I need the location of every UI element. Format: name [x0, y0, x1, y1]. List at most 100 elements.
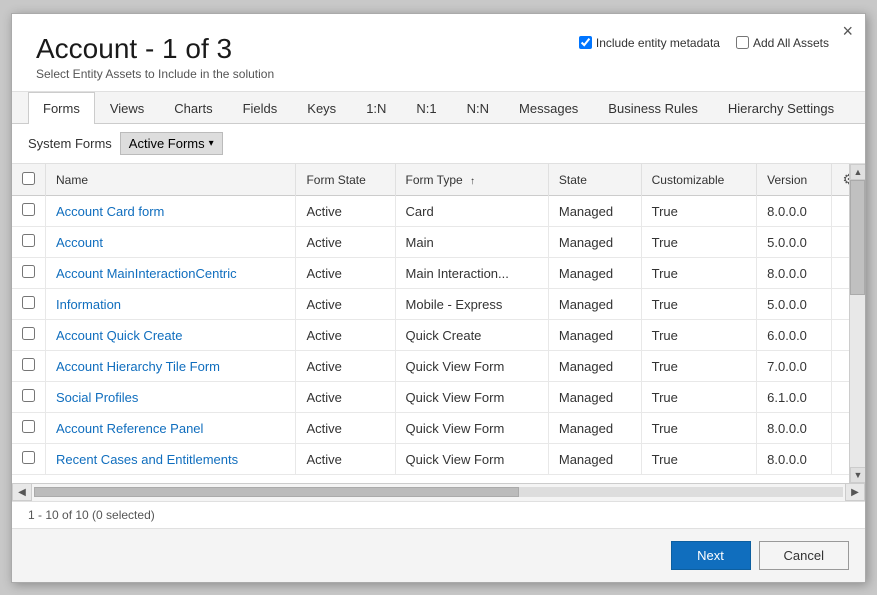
- close-button[interactable]: ×: [842, 22, 853, 40]
- col-name[interactable]: Name: [46, 164, 296, 196]
- scroll-up-button[interactable]: ▲: [850, 164, 865, 180]
- status-text: 1 - 10 of 10 (0 selected): [28, 508, 155, 522]
- row-form-state: Active: [296, 351, 395, 382]
- row-form-type: Mobile - Express: [395, 289, 548, 320]
- include-metadata-checkbox[interactable]: [579, 36, 592, 49]
- row-checkbox-cell[interactable]: [12, 196, 46, 227]
- row-state: Managed: [548, 351, 641, 382]
- row-form-type: Quick View Form: [395, 444, 548, 475]
- row-checkbox[interactable]: [22, 327, 35, 340]
- row-checkbox-cell[interactable]: [12, 444, 46, 475]
- hscroll-track: [34, 487, 843, 497]
- row-customizable: True: [641, 289, 757, 320]
- add-all-assets-option[interactable]: Add All Assets: [736, 36, 829, 50]
- scroll-left-button[interactable]: ◀: [12, 483, 32, 501]
- tab-business-rules[interactable]: Business Rules: [593, 92, 713, 124]
- table-row: Account Reference PanelActiveQuick View …: [12, 413, 865, 444]
- row-name-link[interactable]: Information: [56, 297, 121, 312]
- row-form-state: Active: [296, 413, 395, 444]
- vertical-scrollbar[interactable]: ▲ ▼: [849, 164, 865, 482]
- row-name-cell: Account: [46, 227, 296, 258]
- row-state: Managed: [548, 444, 641, 475]
- row-name-cell: Social Profiles: [46, 382, 296, 413]
- table-body: Account Card formActiveCardManagedTrue8.…: [12, 196, 865, 475]
- scroll-down-button[interactable]: ▼: [850, 467, 865, 483]
- row-name-cell: Account Quick Create: [46, 320, 296, 351]
- row-checkbox[interactable]: [22, 358, 35, 371]
- hscroll-thumb[interactable]: [34, 487, 519, 497]
- row-name-link[interactable]: Account MainInteractionCentric: [56, 266, 237, 281]
- row-checkbox[interactable]: [22, 234, 35, 247]
- row-checkbox[interactable]: [22, 389, 35, 402]
- col-form-type[interactable]: Form Type ↑: [395, 164, 548, 196]
- col-customizable[interactable]: Customizable: [641, 164, 757, 196]
- tab-hierarchy-settings[interactable]: Hierarchy Settings: [713, 92, 849, 124]
- row-checkbox-cell[interactable]: [12, 289, 46, 320]
- status-bar: 1 - 10 of 10 (0 selected): [12, 501, 865, 528]
- tab-fields[interactable]: Fields: [228, 92, 293, 124]
- row-state: Managed: [548, 289, 641, 320]
- tab-1n[interactable]: 1:N: [351, 92, 401, 124]
- tab-views[interactable]: Views: [95, 92, 159, 124]
- tab-keys[interactable]: Keys: [292, 92, 351, 124]
- add-all-assets-label: Add All Assets: [753, 36, 829, 50]
- row-state: Managed: [548, 227, 641, 258]
- add-all-assets-checkbox[interactable]: [736, 36, 749, 49]
- row-form-state: Active: [296, 196, 395, 227]
- row-form-type: Quick View Form: [395, 382, 548, 413]
- row-checkbox[interactable]: [22, 420, 35, 433]
- row-name-link[interactable]: Recent Cases and Entitlements: [56, 452, 238, 467]
- row-form-type: Quick View Form: [395, 351, 548, 382]
- row-version: 6.1.0.0: [757, 382, 832, 413]
- row-checkbox[interactable]: [22, 451, 35, 464]
- col-form-state[interactable]: Form State: [296, 164, 395, 196]
- row-checkbox-cell[interactable]: [12, 351, 46, 382]
- row-name-link[interactable]: Account: [56, 235, 103, 250]
- row-version: 6.0.0.0: [757, 320, 832, 351]
- sort-icon: ↑: [470, 176, 475, 187]
- row-form-type: Main: [395, 227, 548, 258]
- row-checkbox-cell[interactable]: [12, 227, 46, 258]
- col-state[interactable]: State: [548, 164, 641, 196]
- dialog-subtitle: Select Entity Assets to Include in the s…: [36, 67, 841, 81]
- row-checkbox[interactable]: [22, 203, 35, 216]
- row-version: 7.0.0.0: [757, 351, 832, 382]
- tab-forms[interactable]: Forms: [28, 92, 95, 124]
- row-checkbox[interactable]: [22, 265, 35, 278]
- cancel-button[interactable]: Cancel: [759, 541, 849, 570]
- include-metadata-option[interactable]: Include entity metadata: [579, 36, 720, 50]
- row-name-link[interactable]: Account Reference Panel: [56, 421, 203, 436]
- row-form-type: Card: [395, 196, 548, 227]
- row-name-link[interactable]: Account Card form: [56, 204, 164, 219]
- row-checkbox-cell[interactable]: [12, 413, 46, 444]
- active-forms-label: Active Forms: [129, 136, 205, 151]
- table-row: AccountActiveMainManagedTrue5.0.0.0: [12, 227, 865, 258]
- horizontal-scrollbar[interactable]: ◀ ▶: [12, 483, 865, 501]
- table-row: Account Card formActiveCardManagedTrue8.…: [12, 196, 865, 227]
- row-state: Managed: [548, 382, 641, 413]
- table-row: Social ProfilesActiveQuick View FormMana…: [12, 382, 865, 413]
- row-customizable: True: [641, 227, 757, 258]
- scroll-right-button[interactable]: ▶: [845, 483, 865, 501]
- row-checkbox-cell[interactable]: [12, 320, 46, 351]
- tab-nn[interactable]: N:N: [452, 92, 504, 124]
- tab-messages[interactable]: Messages: [504, 92, 593, 124]
- table-header-row: Name Form State Form Type ↑ State Custom…: [12, 164, 865, 196]
- col-check[interactable]: [12, 164, 46, 196]
- select-all-checkbox[interactable]: [22, 172, 35, 185]
- tab-n1[interactable]: N:1: [401, 92, 451, 124]
- next-button[interactable]: Next: [671, 541, 751, 570]
- vscroll-track: [850, 180, 865, 466]
- row-name-link[interactable]: Social Profiles: [56, 390, 138, 405]
- row-checkbox[interactable]: [22, 296, 35, 309]
- vscroll-thumb[interactable]: [850, 180, 865, 295]
- row-name-link[interactable]: Account Hierarchy Tile Form: [56, 359, 220, 374]
- row-name-link[interactable]: Account Quick Create: [56, 328, 182, 343]
- row-checkbox-cell[interactable]: [12, 258, 46, 289]
- row-state: Managed: [548, 258, 641, 289]
- active-forms-dropdown[interactable]: Active Forms ▾: [120, 132, 223, 155]
- col-version[interactable]: Version: [757, 164, 832, 196]
- tab-charts[interactable]: Charts: [159, 92, 227, 124]
- row-checkbox-cell[interactable]: [12, 382, 46, 413]
- tabs-bar: Forms Views Charts Fields Keys 1:N N:1 N…: [12, 92, 865, 124]
